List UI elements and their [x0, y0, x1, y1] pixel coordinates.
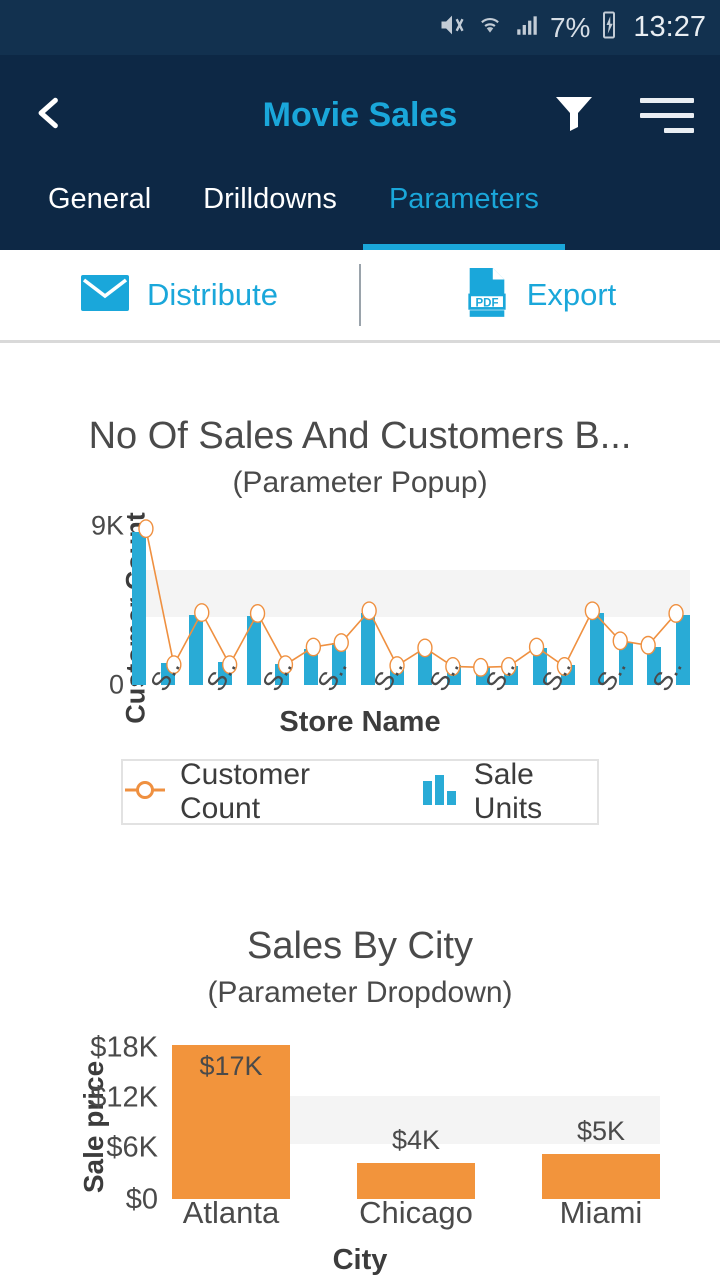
chart2-x-tick-label: Chicago — [359, 1195, 473, 1230]
status-clock: 13:27 — [633, 11, 706, 43]
action-bar: Distribute PDF Export — [0, 250, 720, 343]
chart1-subtitle: (Parameter Popup) — [232, 466, 488, 499]
envelope-icon — [81, 274, 130, 316]
chart1-line-marker[interactable] — [641, 637, 655, 654]
chart2-canvas: $17K $4K $5K — [172, 1036, 660, 1199]
tab-parameters[interactable]: Parameters — [362, 175, 565, 250]
filter-button[interactable] — [548, 89, 600, 141]
battery-charging-icon — [599, 10, 619, 45]
chart1-plot-area[interactable]: Customer Count 9K 0 S..S..S..S..S..S..S.… — [0, 510, 720, 738]
chart1-y-tick: 9K — [90, 510, 124, 541]
app-bar: Movie Sales — [0, 55, 720, 175]
chart2-bar[interactable]: $4K — [357, 1125, 475, 1199]
chart2-bar-group: $17K $4K $5K — [172, 1036, 660, 1199]
chart2-bar[interactable]: $17K — [172, 1045, 290, 1199]
chart1-legend: Customer Count Sale Units — [121, 758, 599, 826]
legend-item-sale-units[interactable]: Sale Units — [421, 758, 597, 826]
chart2-bar-column[interactable]: $5K — [542, 1036, 660, 1199]
chart-card-sales-by-city: Sales By City (Parameter Dropdown) Sale … — [0, 925, 720, 1276]
chart1-line-marker[interactable] — [306, 638, 320, 655]
chart2-x-axis-title: City — [332, 1244, 388, 1276]
battery-percent-label: 7% — [549, 11, 591, 43]
hamburger-line — [640, 112, 694, 118]
pdf-file-icon: PDF — [465, 267, 509, 323]
legend-label-sale-units: Sale Units — [473, 758, 543, 825]
chart2-subtitle: (Parameter Dropdown) — [207, 976, 513, 1009]
tab-general-label: General — [48, 183, 152, 215]
status-icon-group — [437, 11, 541, 44]
chart2-bar-column[interactable]: $17K — [172, 1036, 290, 1199]
chart2-y-ticks: $18K $12K $6K $0 — [58, 1028, 158, 1243]
hamburger-line — [640, 97, 694, 103]
bar-chart-icon — [421, 774, 461, 810]
chart1-title: No Of Sales And Customers B... — [88, 415, 632, 457]
line-marker-icon — [123, 779, 167, 806]
tab-bar: General Drilldowns Parameters — [0, 175, 720, 250]
chart1-line-marker[interactable] — [334, 634, 348, 651]
chart1-line-marker[interactable] — [530, 638, 544, 655]
menu-button[interactable] — [640, 97, 694, 133]
tab-drilldowns-label: Drilldowns — [203, 183, 337, 215]
hamburger-line — [664, 127, 694, 133]
chart1-line-marker[interactable] — [585, 602, 599, 619]
status-bar: 7% 13:27 — [0, 0, 720, 55]
chart2-y-tick: $12K — [90, 1081, 158, 1114]
chart2-bar-column[interactable]: $4K — [357, 1036, 475, 1199]
chart1-line-marker[interactable] — [418, 639, 432, 656]
svg-text:PDF: PDF — [475, 297, 498, 309]
legend-label-customer-count: Customer Count — [180, 758, 311, 825]
chart1-line-marker[interactable] — [251, 605, 265, 622]
chart2-y-tick: $18K — [90, 1031, 158, 1064]
chart2-plot-area[interactable]: Sale price $18K $12K $6K $0 $17K $4K $5K A… — [0, 1028, 720, 1276]
dashboard-content: No Of Sales And Customers B... (Paramete… — [0, 343, 720, 1280]
chart2-title: Sales By City — [247, 925, 473, 967]
funnel-icon — [550, 87, 598, 144]
wifi-icon — [476, 12, 504, 43]
chart2-y-tick: $6K — [106, 1131, 158, 1164]
chart2-data-label: $5K — [576, 1115, 626, 1146]
chart1-line-marker[interactable] — [195, 604, 209, 621]
chart1-line-marker[interactable] — [613, 632, 627, 649]
chart2-bar[interactable]: $5K — [542, 1116, 660, 1199]
chart1-x-axis-title: Store Name — [279, 706, 441, 738]
chart1-line-marker[interactable] — [362, 602, 376, 619]
app-bar-actions — [548, 89, 694, 141]
chart2-data-label: $17K — [199, 1051, 263, 1082]
chart-card-sales-customers: No Of Sales And Customers B... (Paramete… — [0, 415, 720, 835]
legend-item-customer-count[interactable]: Customer Count — [123, 758, 379, 826]
cellular-signal-icon — [513, 12, 541, 43]
chevron-left-icon — [30, 90, 68, 141]
back-button[interactable] — [26, 92, 72, 138]
chart2-x-tick-label: Miami — [559, 1195, 643, 1230]
chart2-x-tick-label: Atlanta — [182, 1195, 280, 1230]
chart1-line-marker[interactable] — [669, 605, 683, 622]
chart1-y-tick: 0 — [108, 669, 124, 700]
mute-icon — [437, 11, 467, 44]
chart2-data-label: $4K — [391, 1124, 441, 1155]
tab-drilldowns[interactable]: Drilldowns — [177, 175, 363, 250]
chart1-line-marker[interactable] — [139, 520, 153, 537]
tab-parameters-label: Parameters — [388, 183, 539, 215]
distribute-button[interactable]: Distribute — [0, 250, 359, 340]
chart1-y-ticks: 9K 0 — [62, 510, 124, 725]
chart2-y-tick: $0 — [125, 1183, 158, 1216]
chart1-line-path — [146, 529, 676, 668]
export-button[interactable]: PDF Export — [361, 250, 720, 340]
tab-general[interactable]: General — [22, 175, 177, 250]
distribute-label: Distribute — [147, 277, 278, 312]
export-label: Export — [526, 277, 617, 312]
chart2-x-tick-labels: Atlanta Chicago Miami — [172, 1195, 660, 1237]
